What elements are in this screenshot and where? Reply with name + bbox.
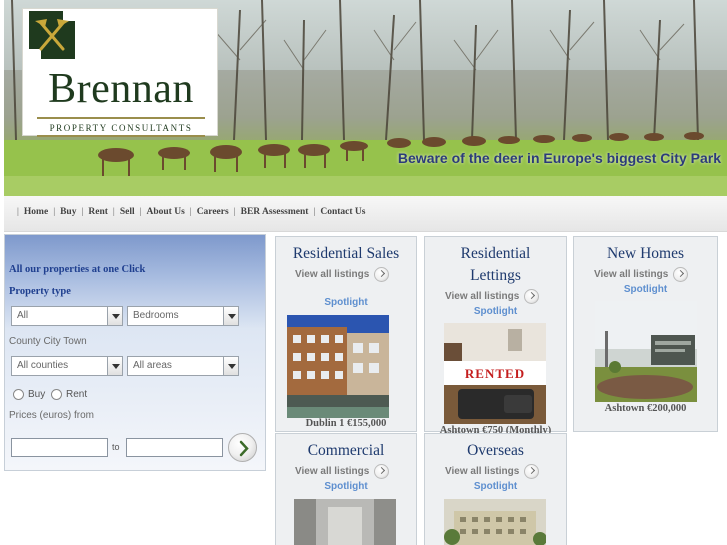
nav-ber-assessment[interactable]: BER Assessment: [241, 207, 309, 217]
view-all-link[interactable]: View all listings: [445, 291, 519, 302]
nav-contact-us[interactable]: Contact Us: [320, 207, 365, 217]
overseas-photo[interactable]: [444, 499, 546, 545]
residential-lettings-photo[interactable]: RENTED: [444, 323, 546, 424]
residential-sales-title[interactable]: Residential Sales: [276, 243, 416, 265]
price-to-label: to: [112, 442, 120, 452]
chevron-down-icon: [223, 357, 238, 375]
residential-lettings-view-all[interactable]: View all listings: [445, 289, 540, 304]
property-type-label: Property type: [9, 286, 71, 297]
nav-sell[interactable]: Sell: [120, 207, 135, 217]
property-type-value: All: [17, 310, 29, 321]
development-sign-image: [595, 301, 697, 402]
residential-lettings-title-line1[interactable]: Residential: [425, 243, 566, 265]
commercial-title[interactable]: Commercial: [276, 440, 416, 462]
spotlight-label: Spotlight: [473, 481, 518, 492]
bedrooms-value: Bedrooms: [133, 310, 179, 321]
chevron-down-icon: [107, 307, 122, 325]
new-homes-caption: Ashtown €200,000: [604, 403, 687, 414]
nav-separator: |: [189, 207, 192, 217]
resort-building-image: [444, 499, 546, 545]
buy-radio[interactable]: Buy: [13, 389, 45, 400]
residential-lettings-title-line2[interactable]: Lettings: [425, 265, 566, 287]
view-all-link[interactable]: View all listings: [594, 269, 668, 280]
nav-separator: |: [53, 207, 56, 217]
card-residential-sales: Residential Sales View all listings Spot…: [275, 236, 417, 432]
residential-sales-view-all[interactable]: View all listings: [295, 267, 390, 282]
search-go-button[interactable]: [228, 433, 257, 462]
residential-sales-caption: Dublin 1 €155,000: [305, 418, 387, 429]
hammer-pick-icon: [29, 11, 75, 59]
card-residential-lettings: Residential Lettings View all listings S…: [424, 236, 567, 436]
nav-separator: |: [313, 207, 316, 217]
main-nav: | Home | Buy | Rent | Sell | About Us | …: [4, 196, 727, 232]
card-commercial: Commercial View all listings Spotlight: [275, 433, 417, 545]
nav-about-us[interactable]: About Us: [147, 207, 185, 217]
new-homes-title[interactable]: New Homes: [574, 243, 717, 265]
warehouse-interior-image: [294, 499, 396, 545]
chevron-right-icon: [239, 440, 249, 457]
counties-select[interactable]: All counties: [11, 356, 123, 376]
card-overseas: Overseas View all listings Spotlight: [424, 433, 567, 545]
price-from-input[interactable]: [11, 438, 108, 457]
spotlight-label: Spotlight: [324, 297, 368, 308]
rent-radio[interactable]: Rent: [51, 389, 87, 400]
areas-value: All areas: [133, 360, 172, 371]
nav-separator: |: [81, 207, 84, 217]
arrow-right-icon[interactable]: [374, 464, 390, 479]
arrow-right-icon[interactable]: [524, 464, 540, 479]
brand-subtitle: PROPERTY CONSULTANTS: [49, 123, 193, 133]
radio-circle-icon: [13, 389, 24, 400]
spotlight-label: Spotlight: [324, 481, 368, 492]
property-search-panel: All our properties at one Click Property…: [4, 234, 266, 471]
arrow-right-icon[interactable]: [673, 267, 689, 282]
commercial-view-all[interactable]: View all listings: [295, 464, 390, 479]
nav-rent[interactable]: Rent: [88, 207, 108, 217]
price-to-input[interactable]: [126, 438, 223, 457]
nav-buy[interactable]: Buy: [60, 207, 76, 217]
spotlight-label: Spotlight: [473, 306, 518, 317]
overseas-view-all[interactable]: View all listings: [445, 464, 540, 479]
new-homes-view-all[interactable]: View all listings: [594, 267, 689, 282]
nav-separator: |: [112, 207, 115, 217]
arrow-right-icon[interactable]: [374, 267, 390, 282]
arrow-right-icon[interactable]: [524, 289, 540, 304]
location-label: County City Town: [9, 336, 87, 347]
logo[interactable]: Brennan PROPERTY CONSULTANTS: [22, 8, 218, 137]
nav-home[interactable]: Home: [24, 207, 48, 217]
view-all-link[interactable]: View all listings: [295, 466, 369, 477]
hero-banner: Brennan PROPERTY CONSULTANTS Beware of t…: [4, 0, 727, 196]
chevron-down-icon: [107, 357, 122, 375]
logo-divider: [37, 135, 205, 137]
new-homes-photo[interactable]: [595, 301, 697, 402]
rented-stamp: RENTED: [464, 366, 526, 381]
counties-value: All counties: [17, 360, 69, 371]
nav-separator: |: [233, 207, 236, 217]
bedrooms-select[interactable]: Bedrooms: [127, 306, 239, 326]
areas-select[interactable]: All areas: [127, 356, 239, 376]
nav-separator: |: [17, 207, 19, 217]
price-label: Prices (euros) from: [9, 410, 95, 421]
nav-careers[interactable]: Careers: [197, 207, 229, 217]
hero-tagline: Beware of the deer in Europe's biggest C…: [397, 150, 721, 166]
commercial-photo[interactable]: [294, 499, 396, 545]
rent-radio-label: Rent: [66, 389, 88, 400]
overseas-title[interactable]: Overseas: [425, 440, 566, 462]
apartment-building-image: [287, 315, 389, 418]
chevron-down-icon: [223, 307, 238, 325]
logo-divider: [37, 117, 205, 119]
residential-sales-photo[interactable]: [287, 315, 389, 418]
search-heading: All our properties at one Click: [9, 264, 146, 275]
buy-radio-label: Buy: [28, 389, 46, 400]
property-type-select[interactable]: All: [11, 306, 123, 326]
radio-circle-icon: [51, 389, 62, 400]
view-all-link[interactable]: View all listings: [295, 269, 369, 280]
view-all-link[interactable]: View all listings: [445, 466, 519, 477]
spotlight-label: Spotlight: [623, 284, 668, 295]
card-new-homes: New Homes View all listings Spotlight As…: [573, 236, 718, 432]
brand-name: Brennan: [48, 66, 194, 112]
nav-separator: |: [139, 207, 142, 217]
